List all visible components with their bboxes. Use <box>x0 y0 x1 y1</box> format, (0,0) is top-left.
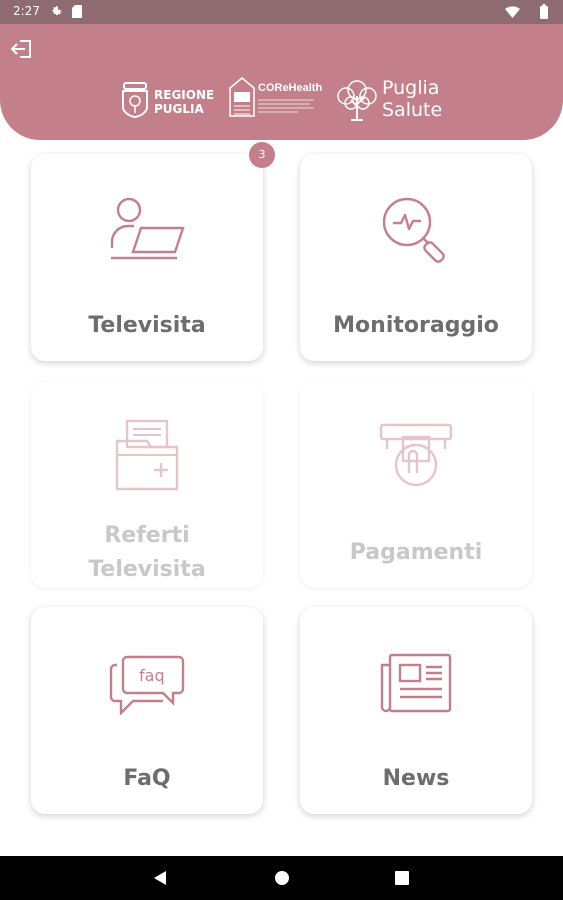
regione-logo-text: REGIONE PUGLIA <box>154 88 215 116</box>
settings-icon <box>52 6 62 16</box>
notification-badge: 3 <box>249 142 275 168</box>
folder-documents-icon <box>115 419 179 491</box>
person-laptop-icon <box>110 197 185 260</box>
corehealth-logo: COReHealth <box>228 76 323 120</box>
recents-icon[interactable] <box>395 871 409 885</box>
cnr-building-icon <box>229 77 255 117</box>
logout-icon[interactable] <box>11 39 33 59</box>
regione-puglia-logo: REGIONE PUGLIA <box>120 79 215 119</box>
monitoraggio-label: Monitoraggio <box>333 313 499 338</box>
referti-televisita-card[interactable]: Referti Televisita <box>31 381 263 588</box>
status-time: 2:27 <box>13 4 40 18</box>
news-label: News <box>382 766 450 791</box>
card-payment-icon <box>379 423 453 487</box>
puglia-salute-text: Puglia Salute <box>382 77 443 121</box>
pagamenti-card[interactable]: Pagamenti <box>300 381 532 588</box>
televisita-label: Televisita <box>88 313 206 338</box>
sd-card-icon <box>72 5 82 18</box>
referti-televisita-label: Referti Televisita <box>88 523 206 582</box>
magnifier-heartbeat-icon <box>382 197 445 263</box>
faq-chat-icon: faq <box>109 655 185 715</box>
corehealth-subtext <box>258 98 318 117</box>
monitoraggio-card[interactable]: Monitoraggio <box>300 154 532 361</box>
pagamenti-label: Pagamenti <box>349 540 483 565</box>
wifi-icon <box>505 6 520 18</box>
system-nav-bar <box>0 856 563 900</box>
news-card[interactable]: News <box>300 607 532 814</box>
tree-icon <box>337 80 377 121</box>
regione-shield-icon <box>122 82 148 119</box>
app-header: REGIONE PUGLIA COReHealth Puglia Salute <box>0 24 563 140</box>
home-icon[interactable] <box>274 870 290 886</box>
faq-card[interactable]: faq FaQ <box>31 607 263 814</box>
corehealth-logo-text: COReHealth <box>258 82 323 94</box>
back-icon[interactable] <box>152 870 168 886</box>
puglia-salute-logo: Puglia Salute <box>335 76 450 124</box>
newspaper-icon <box>380 653 452 713</box>
battery-icon <box>540 4 548 19</box>
faq-label: FaQ <box>123 766 171 791</box>
svg-text:faq: faq <box>139 666 165 685</box>
status-bar: 2:27 <box>0 0 563 24</box>
televisita-card[interactable]: Televisita 3 <box>31 142 275 361</box>
